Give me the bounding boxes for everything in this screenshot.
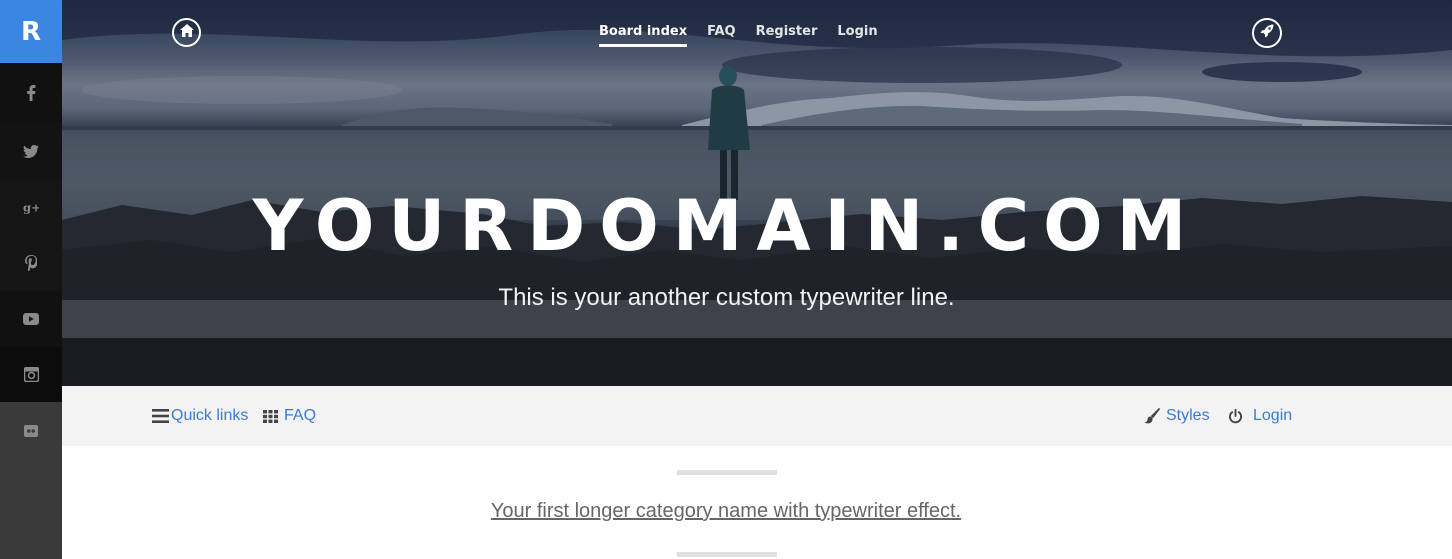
power-icon: [1228, 408, 1243, 424]
twitter-link[interactable]: [0, 123, 62, 179]
google-plus-link[interactable]: g+: [0, 179, 62, 234]
rocket-icon: [1260, 24, 1274, 43]
paintbrush-icon: [1144, 408, 1160, 424]
hero-subtitle: This is your another custom typewriter l…: [498, 284, 955, 311]
toolbar-login-button[interactable]: Login: [1228, 407, 1292, 425]
youtube-link[interactable]: [0, 291, 62, 347]
toolbar-faq-button[interactable]: FAQ: [263, 407, 316, 425]
nav-faq[interactable]: FAQ: [707, 24, 736, 47]
top-navigation: Board index FAQ Register Login: [599, 24, 878, 47]
hero-banner: Board index FAQ Register Login YOURDOMAI…: [62, 0, 1452, 386]
home-icon: [179, 23, 194, 42]
pinterest-icon: [23, 254, 39, 271]
flickr-link[interactable]: [0, 402, 62, 459]
styles-button[interactable]: Styles: [1144, 407, 1210, 425]
home-button[interactable]: [172, 18, 201, 47]
social-sidebar: R g+: [0, 0, 62, 559]
twitter-icon: [23, 143, 39, 159]
rocket-button[interactable]: [1252, 18, 1282, 48]
quick-links-label: Quick links: [171, 407, 249, 424]
forum-toolbar: Quick links FAQ Styles Login: [62, 386, 1452, 446]
site-logo[interactable]: R: [0, 0, 62, 63]
toolbar-login-label: Login: [1253, 407, 1293, 424]
facebook-icon: [23, 85, 39, 101]
divider-top: [677, 470, 777, 475]
toolbar-faq-label: FAQ: [284, 407, 317, 424]
styles-label: Styles: [1166, 407, 1210, 424]
nav-login[interactable]: Login: [837, 24, 877, 47]
quick-links-button[interactable]: Quick links: [152, 407, 248, 425]
logo-letter: R: [20, 16, 42, 47]
svg-text:g+: g+: [23, 200, 39, 214]
instagram-link[interactable]: [0, 347, 62, 402]
hero-title: YOURDOMAIN.COM: [252, 185, 1201, 267]
youtube-icon: [23, 311, 39, 327]
nav-register[interactable]: Register: [756, 24, 818, 47]
instagram-icon: [23, 367, 39, 383]
category-link[interactable]: Your first longer category name with typ…: [491, 500, 961, 522]
grid-icon: [263, 409, 278, 423]
hamburger-icon: [152, 409, 169, 423]
flickr-icon: [23, 423, 39, 439]
divider-bottom: [677, 552, 777, 557]
nav-board-index[interactable]: Board index: [599, 24, 688, 47]
pinterest-link[interactable]: [0, 234, 62, 291]
facebook-link[interactable]: [0, 63, 62, 123]
category-title: Your first longer category name with typ…: [0, 500, 1452, 523]
google-plus-icon: g+: [23, 199, 39, 215]
